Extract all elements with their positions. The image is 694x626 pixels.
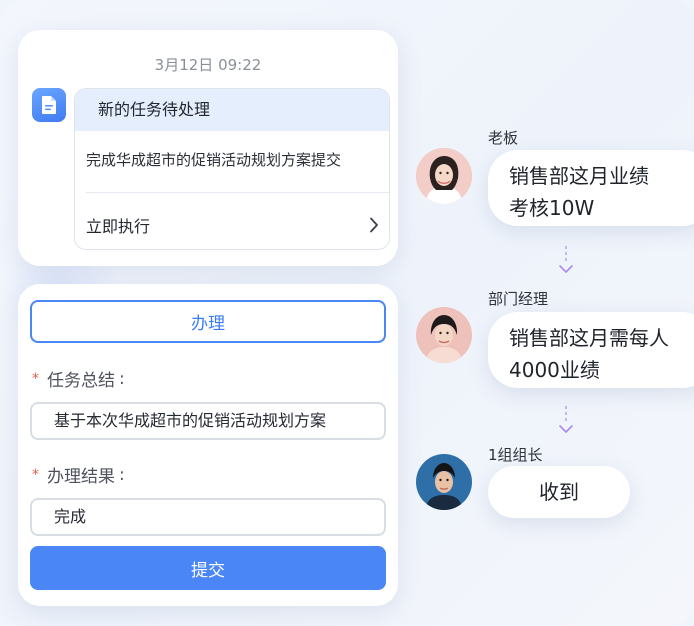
arrow-down-icon (558, 406, 574, 438)
boss-avatar (416, 148, 472, 204)
task-description: 完成华成超市的促销活动规划方案提交 (86, 151, 342, 169)
role-label-boss: 老板 (488, 129, 519, 147)
manager-message-line2: 4000业绩 (509, 358, 600, 382)
document-icon (32, 88, 66, 122)
chevron-right-icon (369, 217, 379, 233)
task-header: 新的任务待处理 (75, 89, 389, 131)
required-mark: * (32, 370, 39, 387)
result-label-row: * 办理结果 : (32, 462, 125, 488)
role-label-group-leader: 1组组长 (488, 446, 543, 464)
colon: : (119, 368, 125, 389)
timestamp: 3月12日 09:22 (154, 56, 262, 74)
task-message-box: 新的任务待处理 完成华成超市的促销活动规划方案提交 立即执行 (74, 88, 390, 250)
group-leader-avatar (416, 454, 472, 510)
manager-avatar (416, 307, 472, 363)
result-label: 办理结果 (47, 467, 115, 487)
submit-button[interactable]: 提交 (30, 546, 386, 590)
manager-message-bubble: 销售部这月需每人 4000业绩 (488, 312, 694, 388)
colon: : (119, 464, 125, 485)
group-leader-message: 收到 (539, 480, 579, 504)
handle-result-input[interactable]: 完成 (30, 498, 386, 536)
boss-message-line2: 考核10W (509, 196, 595, 220)
summary-label: 任务总结 (47, 371, 115, 391)
boss-message-line1: 销售部这月业绩 (509, 164, 649, 188)
arrow-down-icon (558, 246, 574, 278)
required-mark: * (32, 466, 39, 483)
execute-now-link[interactable]: 立即执行 (86, 205, 379, 245)
task-notification-card: 3月12日 09:22 新的任务待处理 完成华成超市的促销活动规划方案提交 立即… (18, 30, 398, 266)
role-label-manager: 部门经理 (488, 290, 549, 308)
task-summary-input[interactable]: 基于本次华成超市的促销活动规划方案 (30, 402, 386, 440)
group-leader-message-bubble: 收到 (488, 466, 630, 518)
divider (86, 192, 389, 193)
handle-button[interactable]: 办理 (30, 300, 386, 343)
execute-now-label: 立即执行 (86, 217, 151, 236)
summary-label-row: * 任务总结 : (32, 366, 125, 392)
manager-message-line1: 销售部这月需每人 (509, 326, 669, 350)
boss-message-bubble: 销售部这月业绩 考核10W (488, 150, 694, 226)
stage: 3月12日 09:22 新的任务待处理 完成华成超市的促销活动规划方案提交 立即… (0, 0, 694, 626)
handle-form-card: 办理 * 任务总结 : 基于本次华成超市的促销活动规划方案 * 办理结果 : 完… (18, 284, 398, 606)
